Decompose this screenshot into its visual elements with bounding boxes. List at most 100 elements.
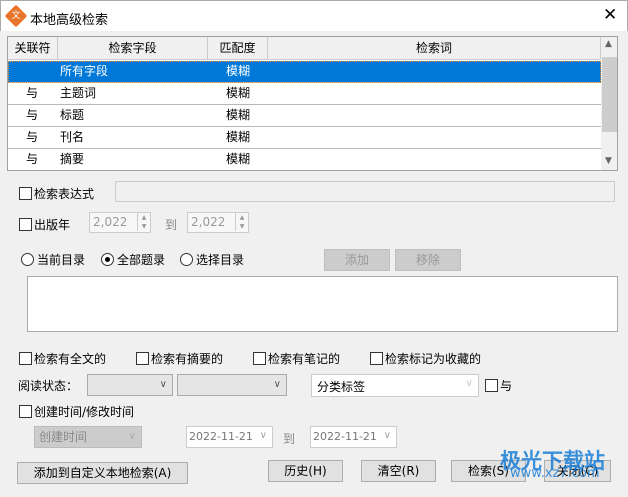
table-row[interactable]: 与 刊名 模糊: [8, 127, 601, 149]
expression-label: 检索表达式: [34, 187, 95, 201]
filter-label: 检索有全文的: [34, 352, 107, 366]
time-to-date[interactable]: 2022-11-21 ∨: [310, 426, 397, 448]
radio-select-dir[interactable]: 选择目录: [180, 251, 244, 268]
checkbox-icon[interactable]: [136, 352, 149, 365]
search-conditions-table: 关联符 检索字段 匹配度 检索词 所有字段 模糊 与 主题词 模糊 与 标题 模…: [7, 36, 618, 171]
add-custom-search-button[interactable]: 添加到自定义本地检索(A): [17, 462, 188, 484]
row-operator[interactable]: 与: [26, 83, 38, 104]
history-button[interactable]: 历史(H): [268, 460, 343, 482]
row-match[interactable]: 模糊: [226, 61, 250, 82]
year-to-spinner[interactable]: 2,022 ▲ ▼: [187, 212, 249, 233]
year-to-value: 2,022: [191, 215, 226, 229]
radio-label: 全部题录: [117, 253, 166, 267]
close-icon[interactable]: ✕: [603, 5, 617, 25]
row-operator[interactable]: 与: [26, 127, 38, 148]
radio-label: 当前目录: [37, 253, 86, 267]
date-value: 2022-11-21: [313, 430, 377, 443]
table-row[interactable]: 与 摘要 模糊: [8, 149, 601, 170]
checkbox-icon[interactable]: [19, 352, 32, 365]
remove-dir-button[interactable]: 移除: [395, 249, 461, 271]
chevron-down-icon[interactable]: ∨: [466, 378, 473, 389]
row-operator[interactable]: 与: [26, 105, 38, 126]
filter-label: 检索有笔记的: [268, 352, 341, 366]
checkbox-icon[interactable]: [19, 218, 32, 231]
checkbox-icon[interactable]: [370, 352, 383, 365]
radio-label: 选择目录: [196, 253, 245, 267]
expression-input[interactable]: [115, 181, 615, 202]
table-row[interactable]: 与 主题词 模糊: [8, 83, 601, 105]
read-status-select-1[interactable]: ∨: [87, 374, 173, 396]
directory-list[interactable]: [27, 276, 618, 332]
checkbox-icon[interactable]: [19, 187, 32, 200]
scroll-down-icon[interactable]: ▼: [605, 156, 612, 166]
row-field[interactable]: 所有字段: [60, 61, 108, 82]
row-match[interactable]: 模糊: [226, 83, 250, 104]
select-value: 创建时间: [39, 430, 88, 444]
time-from-date[interactable]: 2022-11-21 ∨: [186, 426, 273, 448]
time-checkbox[interactable]: 创建时间/修改时间: [19, 403, 134, 420]
checkbox-icon[interactable]: [485, 379, 498, 392]
time-to-label: 到: [283, 432, 296, 446]
filter-label: 检索标记为收藏的: [385, 352, 482, 366]
header-field[interactable]: 检索字段: [58, 37, 208, 60]
year-label: 出版年: [34, 218, 71, 232]
row-match[interactable]: 模糊: [226, 127, 250, 148]
chevron-down-icon[interactable]: ∨: [384, 430, 391, 441]
radio-icon[interactable]: [180, 253, 193, 266]
window-title: 本地高级检索: [30, 13, 109, 28]
row-field[interactable]: 标题: [60, 105, 84, 126]
year-from-value: 2,022: [93, 215, 128, 229]
and-label: 与: [500, 379, 513, 393]
radio-all-records[interactable]: 全部题录: [101, 251, 165, 268]
row-match[interactable]: 模糊: [226, 105, 250, 126]
app-logo-icon: 文: [4, 4, 28, 28]
spin-down-icon[interactable]: ▼: [235, 222, 248, 231]
spin-up-icon[interactable]: ▲: [137, 213, 150, 222]
chevron-down-icon[interactable]: ∨: [260, 430, 267, 441]
expression-checkbox[interactable]: 检索表达式: [19, 185, 94, 202]
row-field[interactable]: 摘要: [60, 149, 84, 170]
table-row[interactable]: 所有字段 模糊: [8, 61, 601, 83]
year-to-label: 到: [165, 218, 178, 232]
filter-favorites[interactable]: 检索标记为收藏的: [370, 350, 481, 367]
header-operator[interactable]: 关联符: [8, 37, 58, 60]
checkbox-icon[interactable]: [19, 405, 32, 418]
time-label: 创建时间/修改时间: [34, 405, 135, 419]
header-match[interactable]: 匹配度: [208, 37, 268, 60]
radio-current-dir[interactable]: 当前目录: [21, 251, 85, 268]
filter-label: 检索有摘要的: [151, 352, 224, 366]
scroll-up-icon[interactable]: ▲: [605, 39, 612, 49]
filter-fulltext[interactable]: 检索有全文的: [19, 350, 106, 367]
radio-icon[interactable]: [21, 253, 34, 266]
row-field[interactable]: 刊名: [60, 127, 84, 148]
category-tags-combo[interactable]: 分类标签 ∨: [311, 374, 479, 397]
filter-notes[interactable]: 检索有笔记的: [253, 350, 340, 367]
title-bar: 文 本地高级检索 ✕: [0, 0, 628, 31]
chevron-down-icon: ∨: [273, 379, 281, 390]
scrollbar-thumb[interactable]: [602, 57, 617, 132]
chevron-down-icon: ∨: [128, 431, 136, 442]
year-from-spinner[interactable]: 2,022 ▲ ▼: [89, 212, 151, 233]
row-operator[interactable]: 与: [26, 149, 38, 170]
add-dir-button[interactable]: 添加: [324, 249, 390, 271]
table-row[interactable]: 与 标题 模糊: [8, 105, 601, 127]
read-status-select-2[interactable]: ∨: [177, 374, 287, 396]
row-match[interactable]: 模糊: [226, 149, 250, 170]
watermark-url: www.xz7.com: [510, 466, 600, 481]
row-field[interactable]: 主题词: [60, 83, 96, 104]
header-term[interactable]: 检索词: [268, 37, 601, 60]
radio-icon[interactable]: [101, 253, 114, 266]
spin-up-icon[interactable]: ▲: [235, 213, 248, 222]
date-value: 2022-11-21: [189, 430, 253, 443]
table-scrollbar[interactable]: ▲ ▼: [601, 37, 617, 170]
year-checkbox[interactable]: 出版年: [19, 216, 70, 233]
spin-down-icon[interactable]: ▼: [137, 222, 150, 231]
tags-value: 分类标签: [317, 380, 366, 394]
checkbox-icon[interactable]: [253, 352, 266, 365]
clear-button[interactable]: 清空(R): [361, 460, 436, 482]
time-type-select[interactable]: 创建时间 ∨: [34, 426, 142, 448]
chevron-down-icon: ∨: [159, 379, 167, 390]
tags-and-checkbox[interactable]: 与: [485, 377, 512, 394]
read-status-label: 阅读状态：: [18, 379, 79, 393]
filter-abstract[interactable]: 检索有摘要的: [136, 350, 223, 367]
